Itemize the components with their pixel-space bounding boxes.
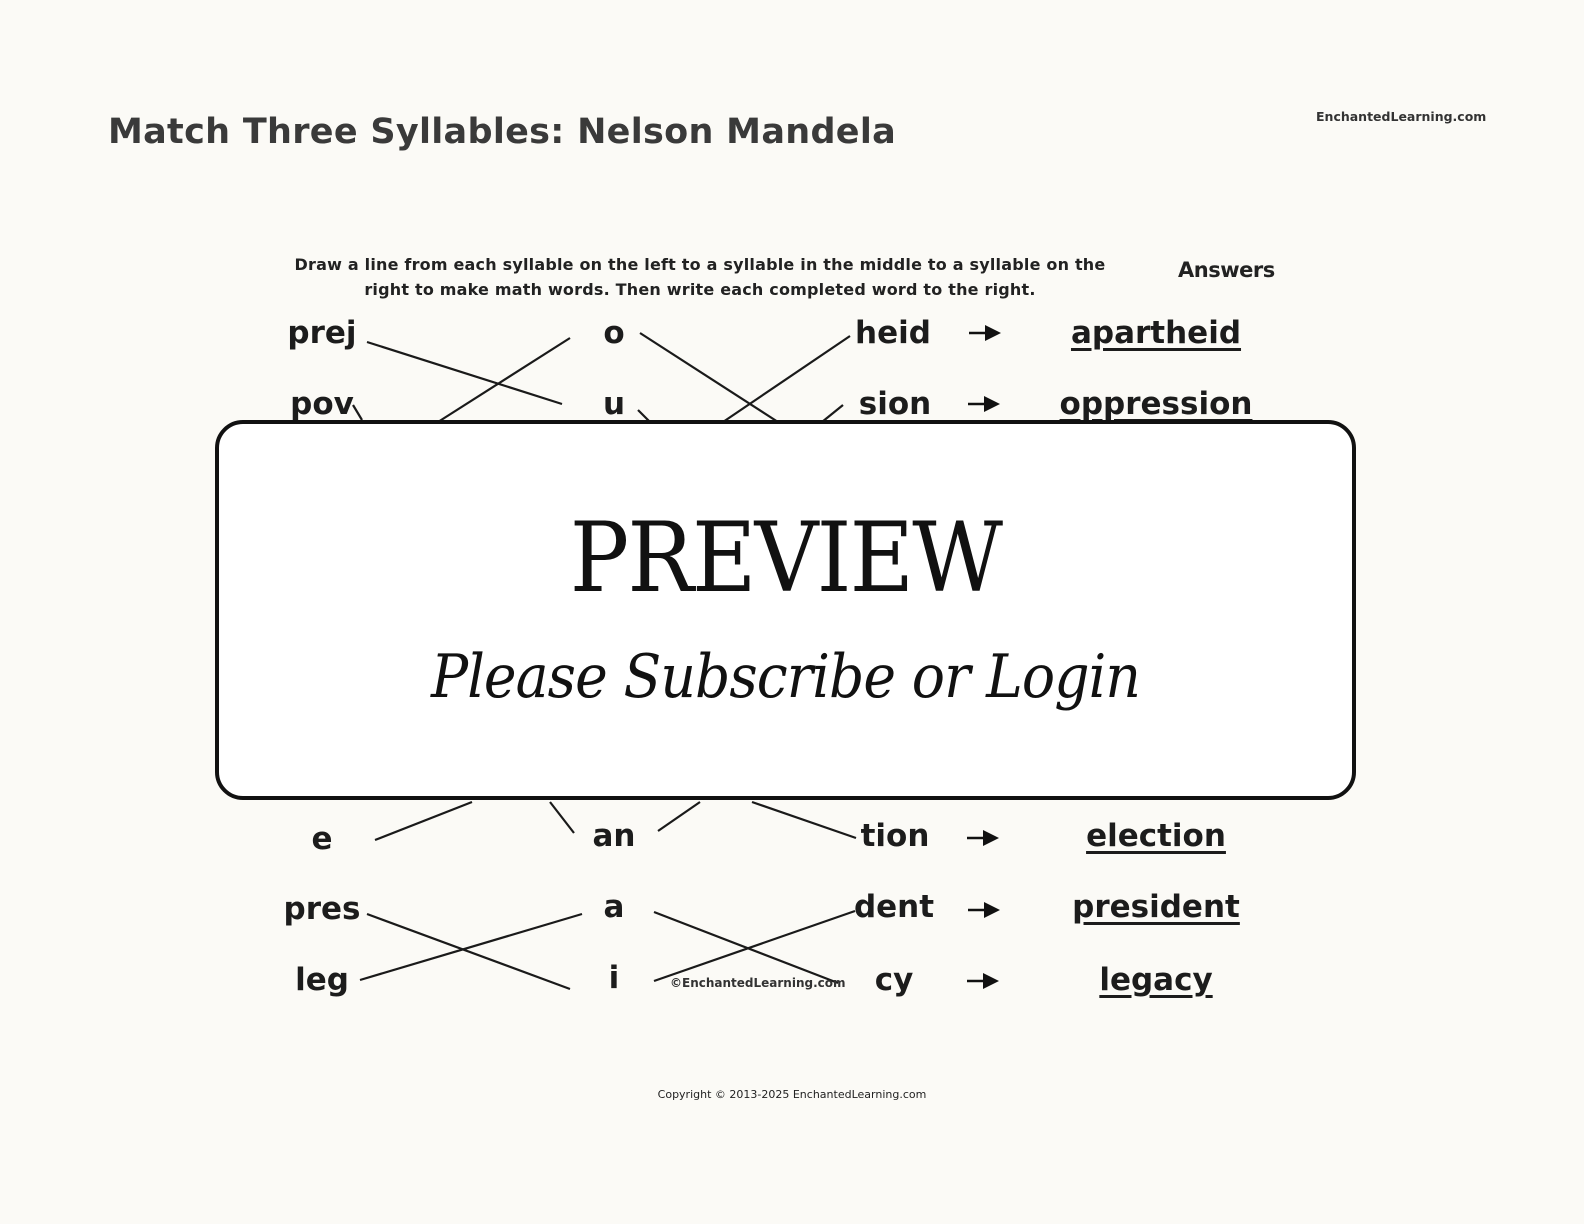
worksheet-copyright: ©EnchantedLearning.com (670, 976, 846, 990)
answer-word: oppression (1059, 386, 1253, 422)
answer-word: apartheid (1070, 315, 1242, 351)
right-arrow-icon (967, 830, 999, 846)
right-syllable: heid (855, 315, 931, 351)
right-arrow-icon (969, 325, 1001, 341)
left-syllable: e (311, 821, 333, 857)
footer-copyright: Copyright © 2013-2025 EnchantedLearning.… (657, 1088, 927, 1101)
preview-overlay[interactable]: PREVIEW Please Subscribe or Login (215, 420, 1356, 800)
right-arrow-icon (968, 396, 1000, 412)
match-line (352, 404, 363, 421)
middle-syllable: an (592, 818, 636, 854)
right-syllable: sion (858, 386, 932, 422)
match-line (366, 340, 563, 406)
answer-word: legacy (1099, 962, 1213, 998)
middle-syllable: i (608, 960, 620, 996)
right-arrow-icon (968, 902, 1000, 918)
match-line (374, 800, 473, 842)
answer-word: election (1086, 818, 1226, 854)
left-syllable: prej (287, 315, 357, 351)
match-line (653, 909, 856, 983)
middle-syllable: o (603, 315, 625, 351)
match-line (366, 912, 571, 991)
match-line (657, 801, 701, 832)
match-line (722, 335, 851, 423)
match-line (437, 337, 571, 423)
match-line (639, 332, 779, 423)
right-syllable: dent (853, 889, 935, 925)
left-syllable: pov (290, 386, 354, 422)
right-arrow-icon (967, 973, 999, 989)
right-syllable: tion (860, 818, 930, 854)
left-syllable: pres (283, 891, 361, 927)
left-syllable: leg (295, 962, 349, 998)
subscribe-login-prompt[interactable]: Please Subscribe or Login (264, 642, 1306, 712)
middle-syllable: u (602, 386, 626, 422)
match-line (751, 800, 857, 840)
right-syllable: cy (874, 962, 914, 998)
middle-syllable: a (603, 889, 625, 925)
match-line (549, 801, 575, 834)
preview-heading: PREVIEW (569, 502, 1003, 614)
answer-word: president (1072, 889, 1240, 925)
